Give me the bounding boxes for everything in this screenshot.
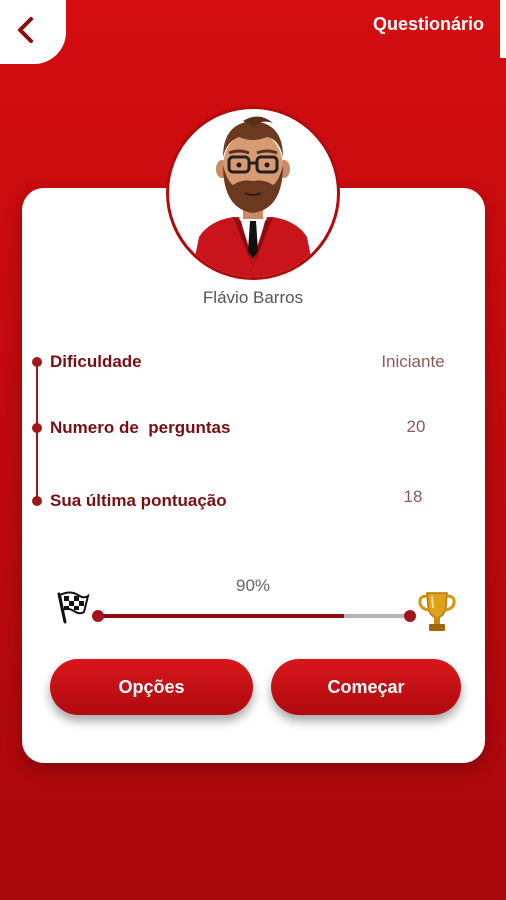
user-name: Flávio Barros [202,288,304,307]
progress-start-dot [92,610,104,622]
progress-bar [98,614,410,618]
last-score-value: 18 [403,487,423,506]
options-button[interactable]: Opções [50,659,253,715]
back-button[interactable] [0,0,66,64]
header-edge-strip [500,0,506,58]
avatar-illustration [191,116,315,277]
checkered-flag-icon [54,590,90,629]
start-button[interactable]: Começar [271,659,461,715]
progress-fill [98,614,345,618]
timeline-dot [32,423,42,433]
page-title: Questionário [372,14,484,34]
chevron-left-icon [0,15,36,50]
question-count-label: Numero de perguntas [50,418,231,437]
avatar [166,106,340,280]
question-count-value: 20 [406,417,426,436]
difficulty-label: Dificuldade [50,352,142,371]
progress-end-dot [404,610,416,622]
timeline-dot [32,357,42,367]
last-score-label: Sua última pontuação [50,491,227,510]
difficulty-value: Iniciante [381,352,445,371]
timeline-dot [32,496,42,506]
trophy-icon [418,590,456,639]
